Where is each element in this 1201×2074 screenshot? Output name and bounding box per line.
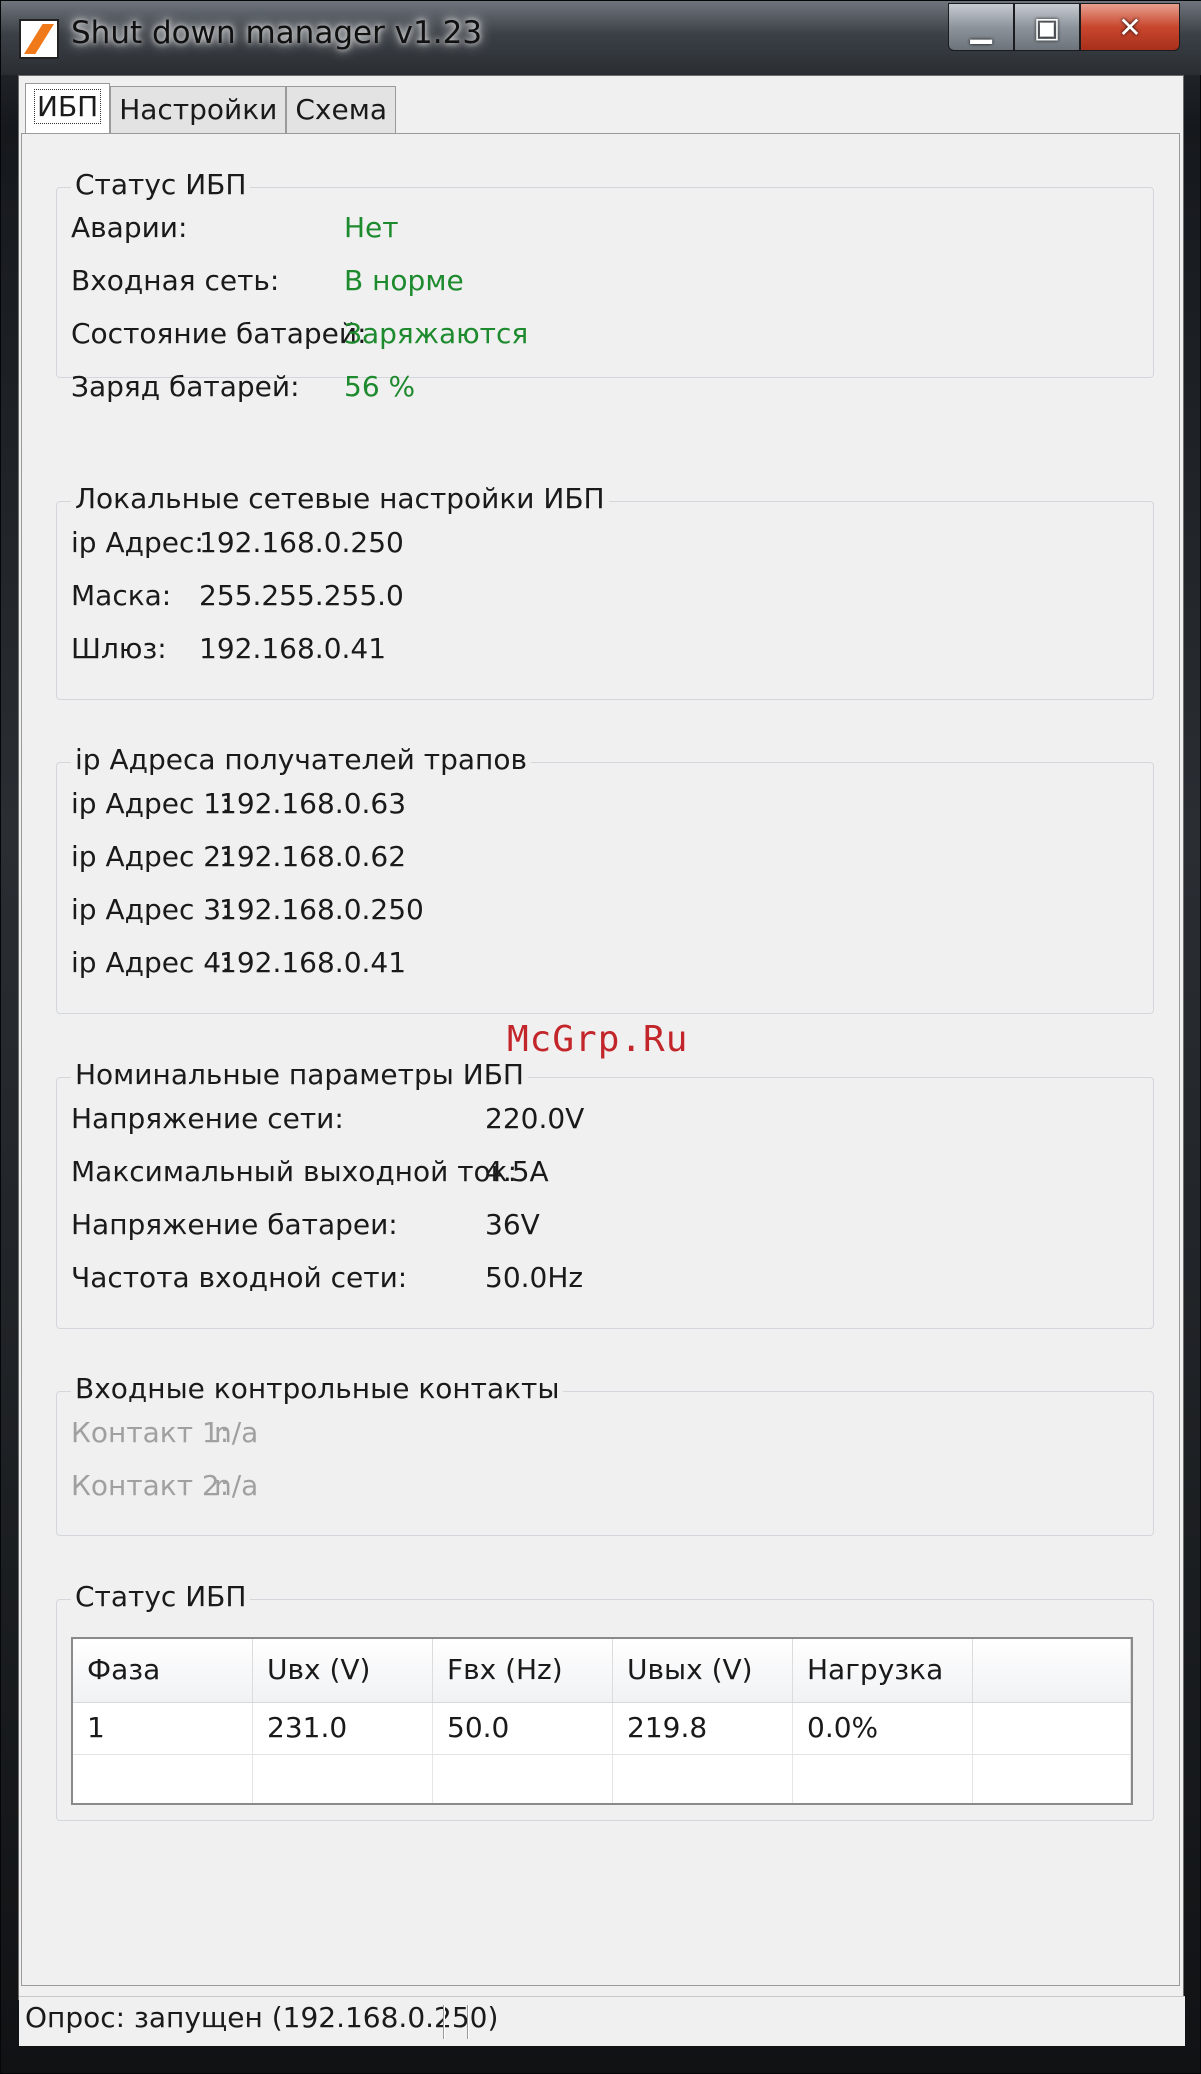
status-separator [443,2005,445,2039]
row-value: 192.168.0.250 [199,526,404,559]
group-title: Номинальные параметры ИБП [71,1058,528,1091]
table-cell: 50.0 [433,1703,613,1754]
close-button[interactable]: ✕ [1080,3,1180,51]
row-label: Напряжение батареи: [71,1208,398,1241]
table-cell [973,1755,1131,1803]
table-cell [433,1755,613,1803]
table-cell: 1 [73,1703,253,1754]
group-title: Локальные сетевые настройки ИБП [71,482,609,515]
phase-table: Фаза Uвх (V) Fвх (Hz) Uвых (V) Нагрузка … [71,1637,1133,1805]
row-label: Входная сеть: [71,264,280,297]
column-header-load[interactable]: Нагрузка [793,1639,973,1702]
row-value: 192.168.0.63 [219,787,407,820]
group-network: Локальные сетевые настройки ИБП ip Адрес… [56,482,1154,700]
row-value: 56 % [344,370,416,403]
row-label: Частота входной сети: [71,1261,408,1294]
group-nominal-params: Номинальные параметры ИБП Напряжение сет… [56,1058,1154,1329]
row-label: Контакт 2: [71,1469,230,1502]
tab-ups[interactable]: ИБП [25,83,111,135]
window-controls: ▁ ▣ ✕ [948,3,1180,53]
row-value: Заряжаются [344,317,529,350]
row-label: ip Адрес 3: [71,893,231,926]
row-value: n/a [214,1416,259,1449]
row-value: 192.168.0.41 [219,946,407,979]
table-cell [73,1755,253,1803]
table-cell: 219.8 [613,1703,793,1754]
tab-strip: ИБП Настройки Схема [25,83,396,135]
row-value: 192.168.0.62 [219,840,407,873]
group-title: ip Адреса получателей трапов [71,743,531,776]
column-header-uin[interactable]: Uвх (V) [253,1639,433,1702]
row-label: ip Адрес 4: [71,946,231,979]
group-title: Входные контрольные контакты [71,1372,564,1405]
table-row-empty [73,1755,1131,1803]
app-logo-icon [19,19,59,59]
row-value: 4.5A [485,1155,549,1188]
table-cell [253,1755,433,1803]
row-value: 255.255.255.0 [199,579,404,612]
group-trap-receivers: ip Адреса получателей трапов ip Адрес 1:… [56,743,1154,1014]
group-title: Статус ИБП [71,1580,251,1613]
row-label: Напряжение сети: [71,1102,344,1135]
tab-settings[interactable]: Настройки [110,86,287,134]
column-header-empty [973,1639,1131,1702]
row-value: Нет [344,211,399,244]
group-title: Статус ИБП [71,168,251,201]
group-input-contacts: Входные контрольные контакты Контакт 1: … [56,1372,1154,1536]
table-cell [613,1755,793,1803]
watermark: McGrp.Ru [507,1019,689,1060]
row-label: Максимальный выходной ток: [71,1155,518,1188]
column-header-fin[interactable]: Fвх (Hz) [433,1639,613,1702]
polling-status: Опрос: запущен (192.168.0.250) [25,2001,499,2034]
row-value: 50.0Hz [485,1261,584,1294]
row-label: ip Адрес 1: [71,787,231,820]
column-header-phase[interactable]: Фаза [73,1639,253,1702]
row-value: 36V [485,1208,540,1241]
title-bar[interactable]: Shut down manager v1.23 ▁ ▣ ✕ [1,1,1201,75]
row-label: Аварии: [71,211,188,244]
column-header-uout[interactable]: Uвых (V) [613,1639,793,1702]
table-cell: 0.0% [793,1703,973,1754]
maximize-button[interactable]: ▣ [1014,3,1080,51]
row-value: 192.168.0.41 [199,632,387,665]
table-cell [973,1703,1131,1754]
status-bar: Опрос: запущен (192.168.0.250) [19,1996,1185,2046]
row-label: Состояние батарей: [71,317,367,350]
table-row[interactable]: 1 231.0 50.0 219.8 0.0% [73,1703,1131,1755]
row-label: Шлюз: [71,632,167,665]
table-cell: 231.0 [253,1703,433,1754]
row-value: 192.168.0.250 [219,893,424,926]
table-cell [793,1755,973,1803]
status-separator [467,2005,469,2039]
group-ups-status: Статус ИБП Аварии: Нет Входная сеть: В н… [56,168,1154,403]
table-header: Фаза Uвх (V) Fвх (Hz) Uвых (V) Нагрузка [73,1639,1131,1703]
row-label: ip Адрес: [71,526,204,559]
row-label: Маска: [71,579,172,612]
row-value: В норме [344,264,464,297]
row-label: Контакт 1: [71,1416,230,1449]
minimize-button[interactable]: ▁ [948,3,1014,51]
row-value: 220.0V [485,1102,585,1135]
row-label: ip Адрес 2: [71,840,231,873]
app-window: Shut down manager v1.23 ▁ ▣ ✕ ИБП Настро… [0,0,1201,2074]
row-value: n/a [214,1469,259,1502]
tab-scheme[interactable]: Схема [286,86,396,134]
row-label: Заряд батарей: [71,370,300,403]
window-title: Shut down manager v1.23 [71,15,483,51]
